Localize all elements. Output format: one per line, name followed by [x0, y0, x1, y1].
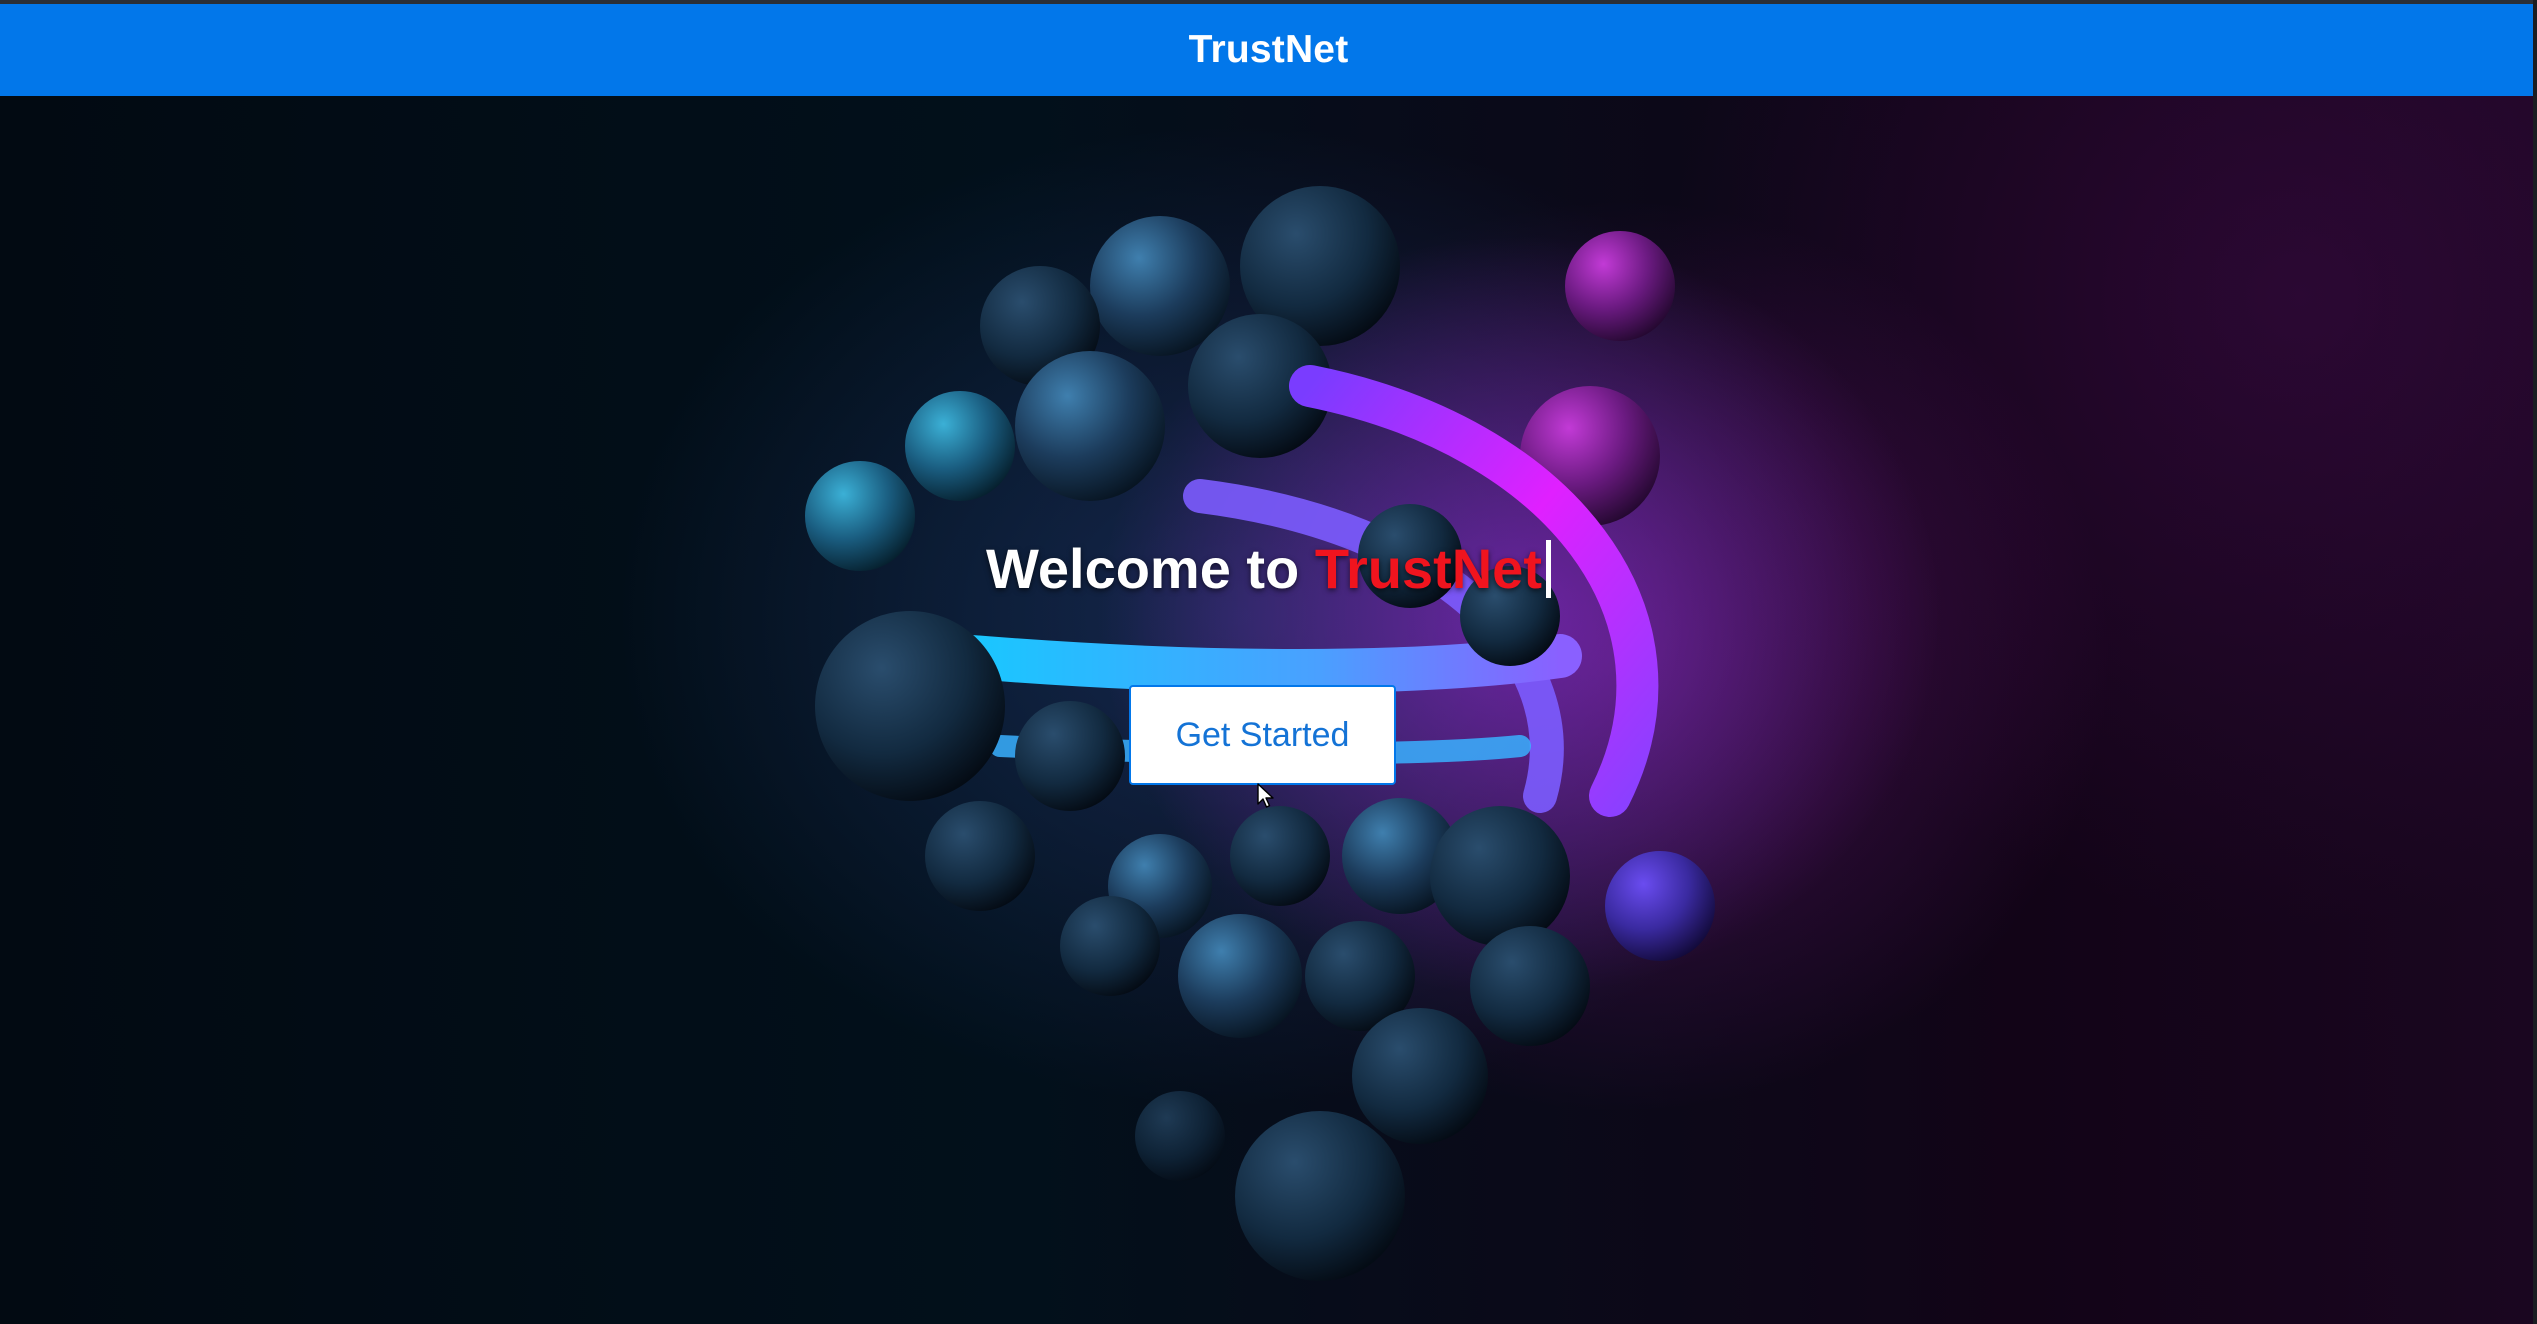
typing-caret	[1545, 540, 1551, 598]
window-right-border	[2533, 0, 2537, 1324]
navbar-brand[interactable]: TrustNet	[1189, 28, 1349, 72]
navbar: TrustNet	[0, 4, 2537, 96]
hero-section: Welcome to TrustNet Get Started	[0, 96, 2537, 1324]
hero-heading: Welcome to TrustNet	[0, 536, 2537, 601]
app-window: TrustNet Welcome to TrustNet Get Started	[0, 0, 2537, 1324]
get-started-button[interactable]: Get Started	[1129, 685, 1396, 785]
mouse-pointer-icon	[1257, 783, 1274, 808]
hero-heading-prefix: Welcome to	[986, 537, 1315, 600]
hero-heading-brand: TrustNet	[1314, 537, 1542, 600]
